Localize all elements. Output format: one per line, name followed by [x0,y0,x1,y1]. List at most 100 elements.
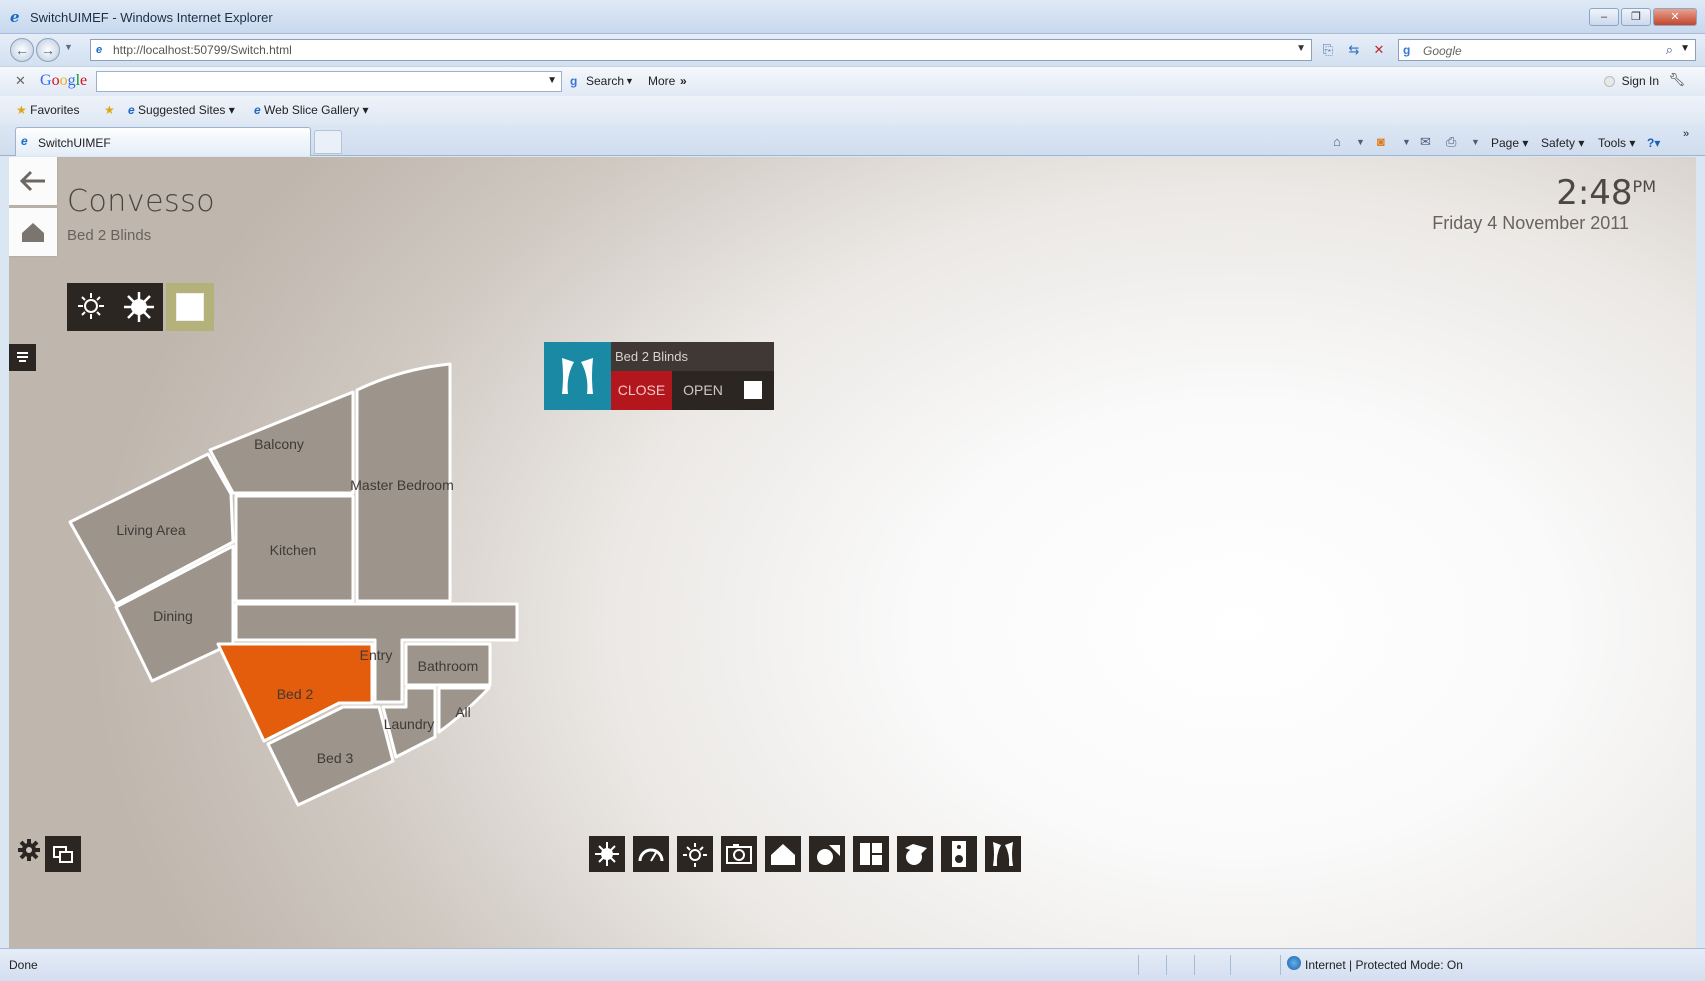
favorites-bar: ★ Favorites ★ e Suggested Sites ▾ e Web … [0,96,1705,124]
google-logo: Google [40,72,88,89]
widget-title: Bed 2 Blinds [611,342,774,371]
history-dropdown-icon[interactable]: ▼ [64,42,73,52]
double-chevron-icon: » [680,74,687,88]
star-icon: ★ [16,103,27,117]
search-placeholder: Google [1423,44,1462,58]
clock: 2:48PM [1556,173,1656,213]
search-dropdown-icon[interactable]: ▼ [1680,43,1690,54]
ie-logo-icon: e [10,8,20,26]
print-icon[interactable]: ⎙ [1446,134,1456,150]
address-field[interactable]: e http://localhost:50799/Switch.html ▼ [90,39,1312,61]
home-button[interactable] [765,836,801,872]
search-icon[interactable]: ⌕ [1666,42,1673,58]
scenes-button[interactable] [809,836,845,872]
status-divider [1230,955,1231,975]
google-search-button[interactable]: Search [586,74,624,88]
label-all: All [455,704,471,720]
label-laundry: Laundry [384,716,435,732]
google-search-icon: g [1403,43,1411,57]
curtains-icon [993,842,1013,866]
page-menu-label: Page [1491,136,1520,150]
tab-bar: e SwitchUIMEF ⌂ ▼ ◙ ▼ ✉ ⎙ ▼ Page ▾ Safet… [0,124,1705,156]
title-bar: e SwitchUIMEF - Windows Internet Explore… [0,0,1705,34]
status-bar: Done Internet | Protected Mode: On [0,948,1705,981]
close-toolbar-icon[interactable]: ✕ [15,73,26,89]
app-viewport: Convesso Bed 2 Blinds 2:48PM Friday 4 No… [9,157,1696,948]
minimize-button[interactable]: – [1589,8,1619,26]
page-menu[interactable]: Page ▾ [1491,136,1528,150]
layout-button[interactable] [853,836,889,872]
forward-button[interactable]: → [36,38,60,62]
compatibility-icon[interactable]: ⎘ [1319,41,1337,59]
layout-icon [860,843,882,865]
window-controls: – ❐ ✕ [1589,8,1697,26]
add-favorite-icon[interactable]: ★ [104,103,115,117]
blinds-widget: Bed 2 Blinds CLOSE OPEN [544,342,774,410]
new-tab-button[interactable] [314,130,342,154]
suggested-sites-link[interactable]: e Suggested Sites ▾ [128,103,235,117]
refresh-icon[interactable]: ⇆ [1345,41,1363,59]
google-input-dropdown-icon[interactable]: ▼ [547,75,557,86]
address-dropdown-icon[interactable]: ▼ [1296,43,1306,54]
print-dropdown-icon[interactable]: ▼ [1471,137,1480,147]
url-text: http://localhost:50799/Switch.html [113,43,292,57]
label-bed2: Bed 2 [277,686,314,702]
feeds-dropdown-icon[interactable]: ▼ [1402,137,1411,147]
clock-ampm: PM [1632,177,1656,196]
tools-menu[interactable]: Tools ▾ [1598,136,1635,150]
lighting-button[interactable] [677,836,713,872]
safety-menu-label: Safety [1541,136,1576,150]
light-icon [683,843,707,867]
sign-in-button[interactable]: Sign In [1622,74,1659,88]
energy-button[interactable] [633,836,669,872]
favorites-label: Favorites [30,103,80,117]
camera-icon [726,844,752,864]
signin-status-icon [1604,76,1615,87]
label-kitchen: Kitchen [270,542,317,558]
floor-plan: Balcony Master Bedroom Living Area Kitch… [68,362,519,807]
feeds-icon[interactable]: ◙ [1377,134,1385,149]
scenes-alt-button[interactable] [897,836,933,872]
close-blinds-button[interactable]: CLOSE [611,371,672,410]
globe-icon [1287,956,1301,970]
read-mail-icon[interactable]: ✉ [1420,134,1431,150]
clock-time: 2:48 [1556,173,1633,213]
curtains-icon [562,358,593,394]
more-button[interactable]: More [648,74,675,88]
tab-ie-icon: e [21,134,28,148]
label-entry: Entry [360,647,393,663]
blinds-button[interactable] [985,836,1021,872]
label-living-area: Living Area [116,522,185,538]
open-blinds-button[interactable]: OPEN [672,371,734,410]
security-zone[interactable]: Internet | Protected Mode: On [1305,958,1463,972]
home-dropdown-icon[interactable]: ▼ [1356,137,1365,147]
safety-menu[interactable]: Safety ▾ [1541,136,1584,150]
curtains-tile [544,342,611,410]
google-search-input[interactable]: ▼ [96,71,562,92]
camera-button[interactable] [721,836,757,872]
stop-icon[interactable]: ✕ [1370,41,1388,59]
help-icon[interactable]: ?▾ [1647,136,1660,150]
wrench-icon[interactable]: 🔧︎ [1668,72,1685,88]
search-dropdown-caret-icon[interactable]: ▼ [625,76,634,86]
status-divider [1138,955,1139,975]
search-box[interactable]: g Google ⌕ ▼ [1398,39,1696,61]
speaker-icon [952,841,966,867]
audio-button[interactable] [941,836,977,872]
status-divider [1280,955,1281,975]
back-button[interactable]: ← [10,38,34,62]
window-switch-button[interactable] [45,836,81,872]
chevron-more-icon[interactable]: » [1683,128,1689,140]
climate-button[interactable] [589,836,625,872]
stop-square-icon [744,381,762,399]
settings-gear-icon[interactable] [15,836,43,864]
web-slice-gallery-link[interactable]: e Web Slice Gallery ▾ [254,103,369,117]
close-window-button[interactable]: ✕ [1653,8,1697,26]
home-icon[interactable]: ⌂ [1333,134,1341,149]
favorites-button[interactable]: ★ Favorites [16,103,79,117]
bottom-bar [9,836,1696,876]
maximize-button[interactable]: ❐ [1621,8,1651,26]
tab-switchuimef[interactable]: e SwitchUIMEF [15,127,311,156]
stop-blinds-button[interactable] [734,371,774,410]
tab-label: SwitchUIMEF [38,136,111,150]
